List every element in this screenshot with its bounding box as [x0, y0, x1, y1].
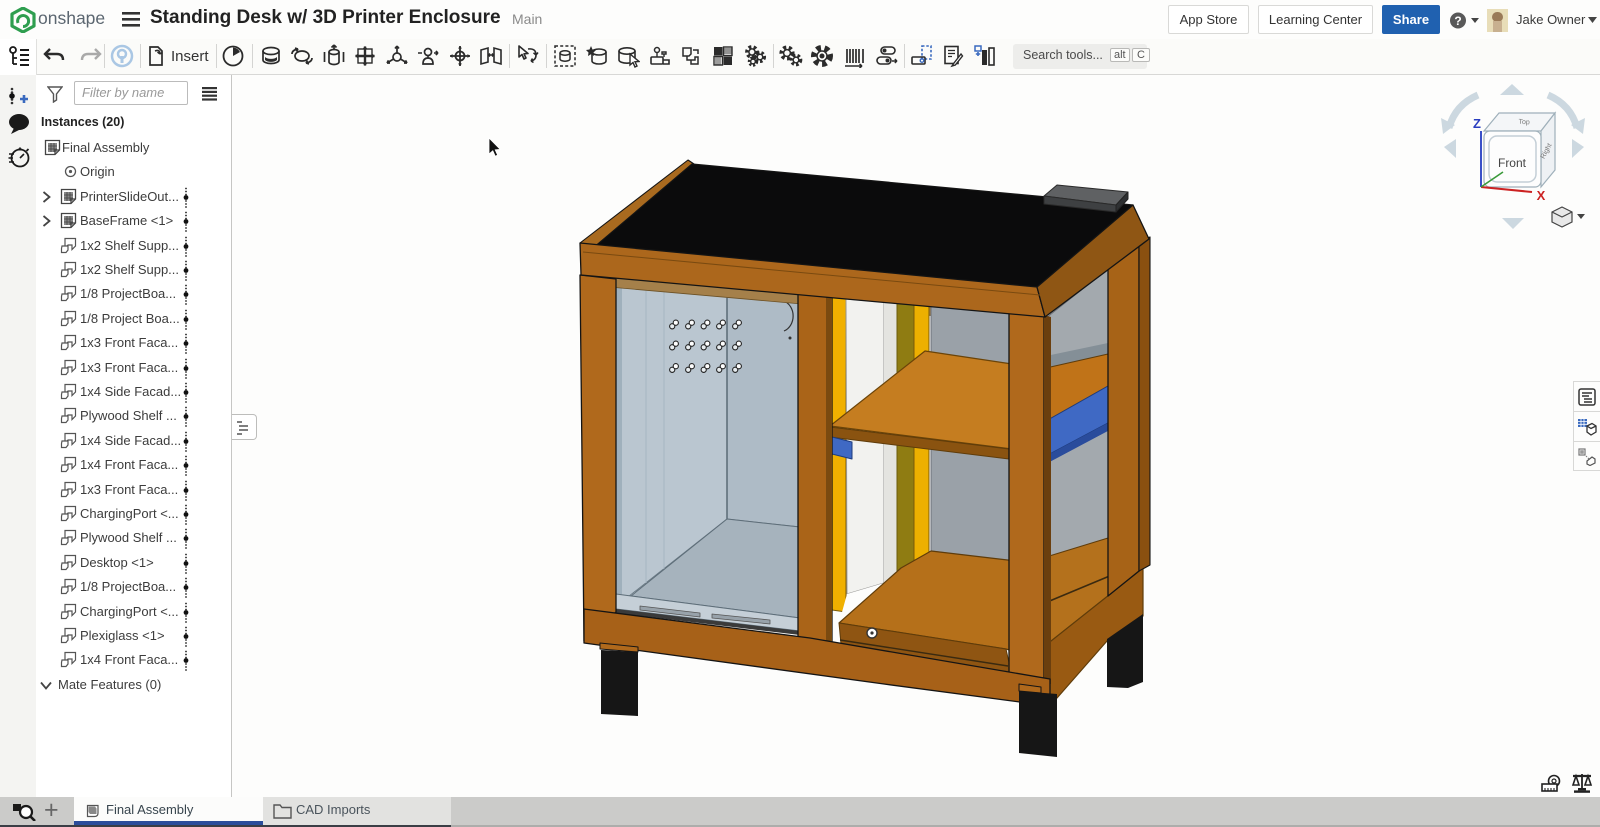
svg-text:Z: Z: [1473, 116, 1481, 131]
svg-text:Top: Top: [1518, 119, 1530, 127]
svg-text:X: X: [1537, 188, 1546, 203]
svg-text:?: ?: [1454, 14, 1461, 28]
svg-text:Front: Front: [1498, 156, 1527, 170]
